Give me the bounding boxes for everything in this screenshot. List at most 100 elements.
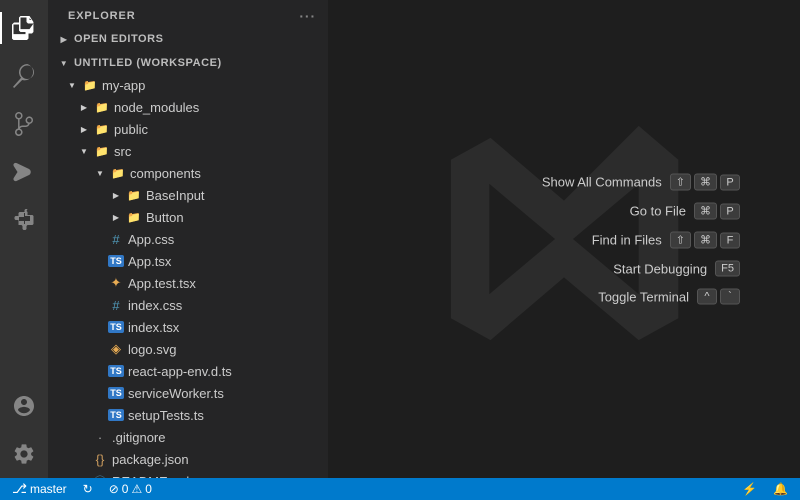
app-tsx-label: App.tsx bbox=[128, 254, 171, 269]
components-chevron bbox=[92, 165, 108, 181]
kbd-meta: ⌘ bbox=[694, 232, 717, 249]
activity-run[interactable] bbox=[0, 148, 48, 196]
button-label: Button bbox=[146, 210, 184, 225]
folder-icon: 📁 bbox=[82, 77, 98, 93]
tree-gitignore[interactable]: · .gitignore bbox=[48, 426, 328, 448]
activity-account[interactable] bbox=[0, 382, 48, 430]
activity-search[interactable] bbox=[0, 52, 48, 100]
open-editors-label: OPEN EDITORS bbox=[74, 33, 164, 45]
kbd-meta: ⌘ bbox=[694, 203, 717, 220]
kbd-group-1: ⌘ P bbox=[694, 203, 740, 220]
tree-src[interactable]: 📁 src bbox=[48, 140, 328, 162]
ts-icon: TS bbox=[108, 363, 124, 379]
workspace-label: UNTITLED (WORKSPACE) bbox=[74, 57, 222, 69]
kbd-group-2: ⇧ ⌘ F bbox=[670, 232, 740, 249]
src-label: src bbox=[114, 144, 131, 159]
activity-extensions[interactable] bbox=[0, 196, 48, 244]
kbd-ctrl: ^ bbox=[697, 289, 717, 305]
src-chevron bbox=[76, 143, 92, 159]
app-container: EXPLORER ··· OPEN EDITORS UNTITLED (WORK… bbox=[0, 0, 800, 478]
tree-button[interactable]: 📁 Button bbox=[48, 206, 328, 228]
logo-svg-label: logo.svg bbox=[128, 342, 176, 357]
kbd-f5: F5 bbox=[715, 261, 740, 277]
components-label: components bbox=[130, 166, 201, 181]
kbd-shift: ⇧ bbox=[670, 174, 691, 191]
status-sync[interactable]: ↻ bbox=[79, 482, 97, 496]
more-icon[interactable]: ··· bbox=[299, 8, 316, 24]
myapp-label: my-app bbox=[102, 78, 145, 93]
tree-app-css[interactable]: # App.css bbox=[48, 228, 328, 250]
node-modules-chevron bbox=[76, 99, 92, 115]
status-notification[interactable]: 🔔 bbox=[769, 482, 792, 496]
status-branch[interactable]: ⎇ master bbox=[8, 481, 71, 497]
section-workspace: UNTITLED (WORKSPACE) 📁 my-app 📁 node_mod… bbox=[48, 52, 328, 478]
shortcut-label-3: Start Debugging bbox=[613, 261, 707, 276]
activity-explorer[interactable] bbox=[0, 4, 48, 52]
myapp-chevron bbox=[64, 77, 80, 93]
tree-baseinput[interactable]: 📁 BaseInput bbox=[48, 184, 328, 206]
folder-icon: 📁 bbox=[94, 121, 110, 137]
git-icon: · bbox=[92, 429, 108, 445]
folder-icon: 📁 bbox=[94, 143, 110, 159]
open-editors-header[interactable]: OPEN EDITORS bbox=[48, 28, 328, 50]
tree-app-test-tsx[interactable]: ✦ App.test.tsx bbox=[48, 272, 328, 294]
app-test-tsx-label: App.test.tsx bbox=[128, 276, 196, 291]
kbd-group-3: F5 bbox=[715, 261, 740, 277]
kbd-p: P bbox=[720, 174, 740, 190]
workspace-chevron bbox=[56, 55, 72, 71]
kbd-backtick: ` bbox=[720, 289, 740, 305]
branch-icon: ⎇ bbox=[12, 481, 27, 497]
tree-index-css[interactable]: # index.css bbox=[48, 294, 328, 316]
tree-setuptests[interactable]: TS setupTests.ts bbox=[48, 404, 328, 426]
workspace-header[interactable]: UNTITLED (WORKSPACE) bbox=[48, 52, 328, 74]
shortcut-row-4: Toggle Terminal ^ ` bbox=[542, 289, 740, 305]
activity-source-control[interactable] bbox=[0, 100, 48, 148]
sidebar: EXPLORER ··· OPEN EDITORS UNTITLED (WORK… bbox=[48, 0, 328, 478]
status-errors[interactable]: ⊘ 0 ⚠ 0 bbox=[105, 482, 156, 496]
folder-icon: 📁 bbox=[110, 165, 126, 181]
activity-bar bbox=[0, 0, 48, 478]
button-chevron bbox=[108, 209, 124, 225]
sidebar-content: OPEN EDITORS UNTITLED (WORKSPACE) 📁 my-a… bbox=[48, 28, 328, 478]
public-chevron bbox=[76, 121, 92, 137]
serviceworker-label: serviceWorker.ts bbox=[128, 386, 224, 401]
main-area: Show All Commands ⇧ ⌘ P Go to File ⌘ P F… bbox=[328, 0, 800, 478]
tree-root-myapp[interactable]: 📁 my-app bbox=[48, 74, 328, 96]
kbd-shift: ⇧ bbox=[670, 232, 691, 249]
tree-public[interactable]: 📁 public bbox=[48, 118, 328, 140]
css-icon: # bbox=[108, 297, 124, 313]
tree-node-modules[interactable]: 📁 node_modules bbox=[48, 96, 328, 118]
sync-icon: ↻ bbox=[83, 482, 93, 496]
shortcut-label-0: Show All Commands bbox=[542, 175, 662, 190]
tree-components[interactable]: 📁 components bbox=[48, 162, 328, 184]
ts-icon: TS bbox=[108, 407, 124, 423]
section-open-editors: OPEN EDITORS bbox=[48, 28, 328, 50]
gitignore-label: .gitignore bbox=[112, 430, 165, 445]
kbd-p: P bbox=[720, 203, 740, 219]
sidebar-header-icons: ··· bbox=[299, 8, 316, 24]
sidebar-title: EXPLORER bbox=[68, 10, 136, 22]
tree-app-tsx[interactable]: TS App.tsx bbox=[48, 250, 328, 272]
setuptests-label: setupTests.ts bbox=[128, 408, 204, 423]
baseinput-label: BaseInput bbox=[146, 188, 205, 203]
test-icon: ✦ bbox=[108, 275, 124, 291]
tree-logo-svg[interactable]: ◈ logo.svg bbox=[48, 338, 328, 360]
status-bar: ⎇ master ↻ ⊘ 0 ⚠ 0 ⚡ 🔔 bbox=[0, 478, 800, 500]
tree-readme[interactable]: ⓘ README.md bbox=[48, 470, 328, 478]
warning-icon: ⚠ bbox=[131, 482, 142, 496]
tree-package-json[interactable]: {} package.json bbox=[48, 448, 328, 470]
warning-count: 0 bbox=[145, 482, 152, 496]
ts-icon: TS bbox=[108, 385, 124, 401]
error-icon: ⊘ bbox=[109, 482, 119, 496]
tree-serviceworker[interactable]: TS serviceWorker.ts bbox=[48, 382, 328, 404]
shortcut-label-2: Find in Files bbox=[592, 233, 662, 248]
index-tsx-label: index.tsx bbox=[128, 320, 179, 335]
shortcut-row-0: Show All Commands ⇧ ⌘ P bbox=[542, 174, 740, 191]
baseinput-chevron bbox=[108, 187, 124, 203]
kbd-f: F bbox=[720, 232, 740, 248]
kbd-group-0: ⇧ ⌘ P bbox=[670, 174, 740, 191]
tree-react-app-env[interactable]: TS react-app-env.d.ts bbox=[48, 360, 328, 382]
tree-index-tsx[interactable]: TS index.tsx bbox=[48, 316, 328, 338]
activity-settings[interactable] bbox=[0, 430, 48, 478]
status-remote[interactable]: ⚡ bbox=[738, 482, 761, 496]
